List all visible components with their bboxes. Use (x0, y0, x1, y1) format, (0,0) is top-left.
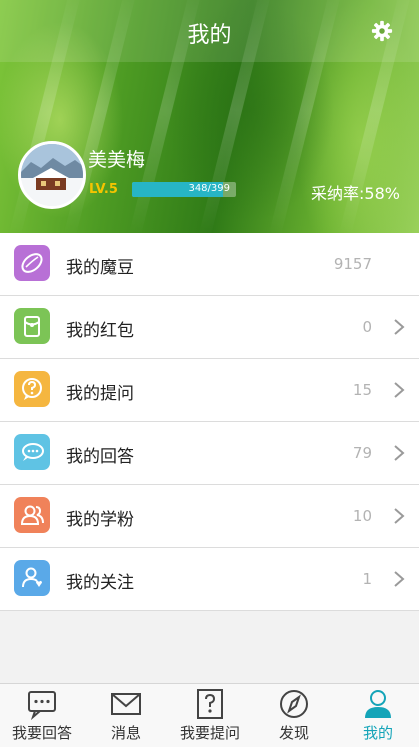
level-badge: LV.5 (89, 182, 118, 197)
menu-item-questions[interactable]: 我的提问 15 (0, 359, 419, 422)
fans-icon (14, 497, 50, 533)
menu-item-count: 0 (362, 318, 372, 336)
tab-label: 我要回答 (11, 724, 72, 742)
menu-item-count: 79 (352, 444, 372, 462)
menu-item-answers[interactable]: 我的回答 79 (0, 422, 419, 485)
chevron-right-icon (394, 571, 405, 587)
experience-text: 348/399 (188, 183, 230, 194)
avatar-image (21, 144, 83, 206)
ask-icon (197, 689, 223, 719)
menu-item-label: 我的魔豆 (66, 258, 134, 278)
avatar[interactable] (18, 141, 86, 209)
adopt-rate: 采纳率:58% (311, 184, 400, 203)
menu-item-label: 我的红包 (66, 321, 134, 341)
mail-icon (111, 693, 141, 715)
tab-label: 发现 (278, 724, 309, 742)
tab-label: 我要提问 (179, 724, 240, 742)
navigation-bar: 我的 (0, 0, 419, 62)
profile-menu-list: 我的魔豆 9157 我的红包 0 我的提问 15 我的回答 79 我的学粉 10 (0, 233, 419, 611)
tab-messages[interactable]: 消息 (84, 684, 168, 747)
answer-icon (28, 691, 56, 720)
gear-icon[interactable] (371, 20, 393, 42)
bottom-tab-bar: 我要回答 消息 我要提问 发现 我的 (0, 683, 419, 747)
experience-bar: 348/399 (132, 182, 236, 197)
menu-item-following[interactable]: 我的关注 1 (0, 548, 419, 611)
tab-mine[interactable]: 我的 (336, 684, 419, 747)
question-icon (14, 371, 50, 407)
menu-item-count: 15 (352, 381, 372, 399)
chevron-right-icon (394, 445, 405, 461)
chevron-right-icon (394, 508, 405, 524)
page-title: 我的 (187, 23, 232, 48)
chevron-right-icon (394, 319, 405, 335)
tab-discover[interactable]: 发现 (252, 684, 336, 747)
menu-item-count: 1 (362, 570, 372, 588)
profile-header-background: 我的 美美梅 LV.5 348/399 采纳率:58% (0, 0, 419, 233)
menu-item-label: 我的回答 (66, 447, 134, 467)
menu-item-count: 10 (352, 507, 372, 525)
tab-label: 消息 (110, 724, 141, 742)
tab-answer[interactable]: 我要回答 (0, 684, 84, 747)
menu-item-red-envelope[interactable]: 我的红包 0 (0, 296, 419, 359)
menu-item-beans[interactable]: 我的魔豆 9157 (0, 233, 419, 296)
username: 美美梅 (88, 149, 146, 171)
bean-icon (14, 245, 50, 281)
tab-ask[interactable]: 我要提问 (168, 684, 252, 747)
menu-item-label: 我的学粉 (66, 510, 134, 530)
follow-icon (14, 560, 50, 596)
chevron-right-icon (394, 382, 405, 398)
menu-item-count: 9157 (333, 255, 372, 273)
tab-label: 我的 (362, 724, 393, 742)
menu-item-label: 我的关注 (66, 573, 134, 593)
menu-item-fans[interactable]: 我的学粉 10 (0, 485, 419, 548)
compass-icon (280, 690, 308, 718)
menu-item-label: 我的提问 (66, 384, 134, 404)
profile-icon (365, 690, 391, 718)
chat-icon (14, 434, 50, 470)
red-envelope-icon (14, 308, 50, 344)
